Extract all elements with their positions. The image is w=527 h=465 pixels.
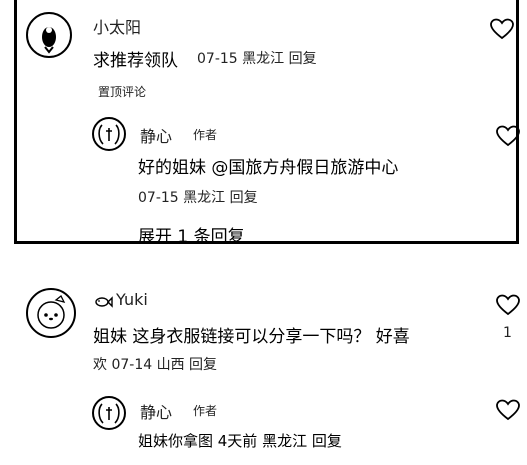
avatar[interactable] [26, 12, 72, 58]
avatar[interactable] [26, 288, 76, 338]
reply-text-meta: 姐妹你拿图 4天前 黑龙江 回复 [138, 432, 342, 450]
author-tag: 作者 [193, 128, 218, 142]
like-icon[interactable] [496, 399, 520, 421]
pinned-label: 置顶评论 [98, 85, 147, 99]
fish-icon [93, 294, 113, 308]
like-icon[interactable] [490, 18, 514, 40]
avatar-image [98, 124, 120, 145]
avatar-image [42, 27, 56, 54]
expand-replies-link[interactable]: 展开 1 条回复 [138, 222, 245, 247]
like-icon[interactable] [496, 125, 520, 147]
like-icon[interactable] [496, 294, 520, 316]
avatar-image [37, 294, 66, 329]
avatar-image [98, 403, 120, 424]
comment-meta: 欢 07-14 山西 回复 [93, 357, 218, 373]
comment-username[interactable]: Yuki [116, 290, 148, 309]
comment-meta: 07-15 黑龙江 回复 [197, 51, 317, 67]
comment-username[interactable]: 小太阳 [93, 14, 141, 38]
comment-text: 求推荐领队 [93, 51, 178, 71]
avatar[interactable] [92, 396, 126, 430]
reply-username[interactable]: 静心 [140, 123, 172, 147]
comment-text: 姐妹 这身衣服链接可以分享一下吗？ 好喜 [93, 327, 410, 347]
like-count: 1 [503, 325, 512, 341]
highlighted-comment-frame [14, 0, 519, 244]
author-tag: 作者 [193, 404, 218, 418]
reply-meta: 07-15 黑龙江 回复 [138, 190, 258, 206]
avatar[interactable] [92, 117, 126, 151]
reply-text: 好的姐妹 @国旅方舟假日旅游中心 [138, 158, 399, 178]
reply-username[interactable]: 静心 [140, 399, 172, 423]
